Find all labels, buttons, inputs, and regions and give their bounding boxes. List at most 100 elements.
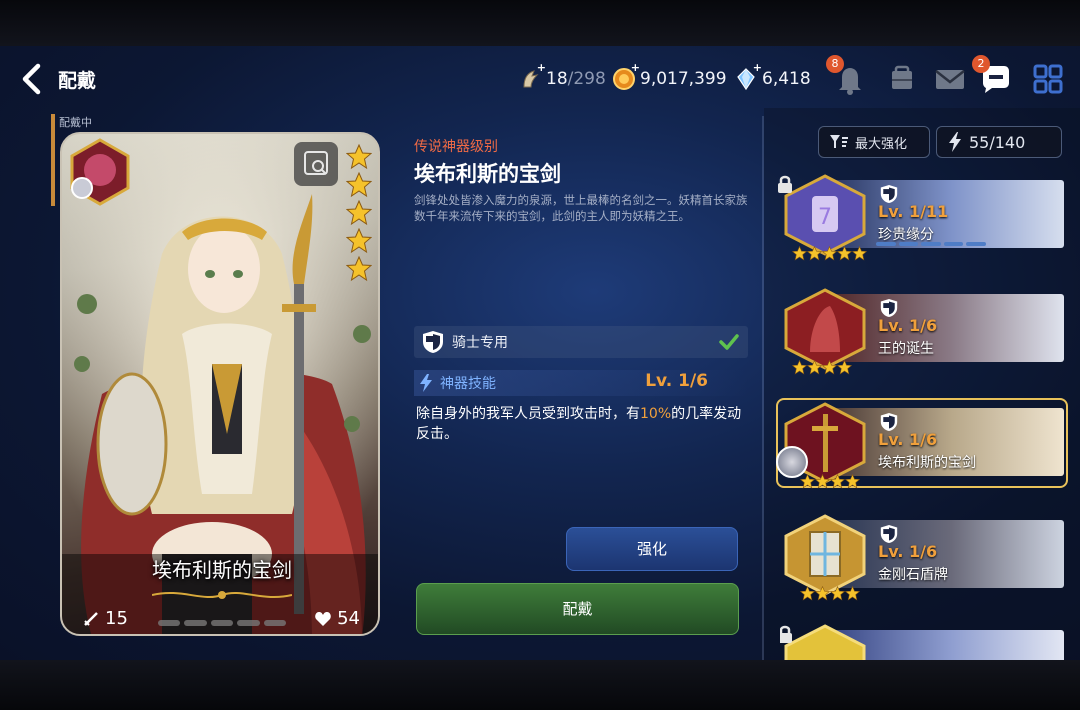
stamina-max: /298 (567, 69, 606, 89)
item-level: Lv. 1/11 (878, 202, 949, 221)
shield-icon (880, 299, 898, 317)
inventory-capacity: 55/140 (936, 126, 1062, 158)
sort-icon (830, 135, 848, 148)
star-icon (807, 360, 822, 375)
artifact-list-item[interactable]: Lv. 1/6 王的诞生 (780, 288, 1064, 375)
skill-desc-before: 除自身外的我军人员受到攻击时，有 (416, 406, 640, 422)
star-icon (792, 246, 807, 261)
shield-icon (880, 525, 898, 543)
stamina-counter[interactable]: + 18/298 (518, 61, 606, 92)
hp-value: 54 (337, 608, 360, 629)
shield-icon (880, 185, 898, 203)
artifact-card[interactable]: 埃布利斯的宝剑 15 54 (60, 132, 380, 636)
gold-coin-icon: + (612, 61, 640, 91)
card-stats: 15 54 (62, 604, 378, 634)
star-icon (845, 586, 860, 601)
skill-desc-highlight: 10% (640, 406, 672, 422)
star-icon (845, 474, 860, 489)
hp-stat: 54 (314, 608, 360, 629)
skill-level-max: /6 (689, 371, 708, 391)
item-progress-bar (876, 242, 986, 246)
stamina-icon: + (518, 61, 546, 91)
equip-button[interactable]: 配戴 (416, 583, 739, 635)
star-icon (822, 360, 837, 375)
artifact-list-item[interactable]: 7 Lv. 1/11 珍贵缘分 (778, 174, 1064, 261)
artifact-equip-screen: 配戴 + 18/298 + 9,017,399 + 6,418 8 2 配戴中 … (0, 46, 1080, 660)
back-button[interactable] (16, 62, 50, 96)
heart-icon (315, 611, 331, 626)
gem-counter[interactable]: + 6,418 (734, 61, 811, 92)
sort-button[interactable]: 最大强化 (818, 126, 930, 158)
lightning-icon (420, 374, 432, 392)
artifact-description: 剑锋处处皆渗入魔力的泉源，世上最棒的名剑之一。妖精首长家族数千年来流传下来的宝剑… (414, 193, 748, 223)
item-level: Lv. 1/6 (878, 430, 938, 449)
gold-amount: 9,017,399 (640, 69, 727, 89)
item-stars (792, 360, 852, 375)
item-name: 王的诞生 (878, 341, 934, 357)
notifications-button[interactable]: 8 (826, 55, 868, 97)
item-name: 埃布利斯的宝剑 (878, 455, 976, 471)
notifications-badge: 8 (826, 55, 844, 73)
star-icon (830, 586, 845, 601)
star-icon (346, 144, 372, 170)
artifact-thumbnail (784, 514, 866, 596)
zoom-icon (304, 151, 328, 175)
panel-divider (762, 116, 764, 660)
lock-icon (778, 175, 792, 193)
artifact-list-item-selected[interactable]: Lv. 1/6 埃布利斯的宝剑 (776, 398, 1068, 489)
item-stars (800, 474, 860, 489)
artifact-list-item[interactable]: Lv. 1/6 金刚石盾牌 (780, 514, 1064, 601)
item-level: Lv. 1/6 (878, 316, 938, 335)
page-title: 配戴 (58, 70, 97, 92)
zoom-button[interactable] (294, 142, 338, 186)
star-icon (346, 228, 372, 254)
gem-icon: + (734, 61, 762, 91)
card-artifact-name: 埃布利斯的宝剑 (152, 558, 292, 582)
shield-icon (880, 413, 898, 431)
skill-level: Lv. 1/6 (645, 371, 708, 391)
stamina-current: 18 (546, 69, 568, 89)
star-icon (837, 246, 852, 261)
sword-icon (84, 611, 98, 626)
inventory-button[interactable] (884, 61, 920, 97)
artifact-thumbnail (784, 288, 866, 370)
mail-button[interactable] (932, 61, 968, 97)
top-frame (0, 0, 1080, 46)
skill-level-current: Lv. 1 (645, 371, 690, 391)
item-name: 金刚石盾牌 (878, 567, 948, 583)
equipped-label: 配戴中 (59, 116, 92, 129)
back-arrow-icon (22, 63, 41, 95)
star-icon (346, 172, 372, 198)
bottom-frame (0, 660, 1080, 710)
skill-title: 神器技能 (440, 376, 496, 392)
attack-stat: 15 (82, 608, 128, 629)
star-icon (852, 246, 867, 261)
skill-description: 除自身外的我军人员受到攻击时，有10%的几率发动反击。 (416, 404, 746, 444)
chat-button[interactable]: 2 (972, 55, 1014, 97)
item-stars (800, 586, 860, 601)
artifact-list-item[interactable] (780, 624, 1064, 660)
star-icon (800, 474, 815, 489)
capacity-value: 55/140 (969, 132, 1026, 152)
chat-badge: 2 (972, 55, 990, 73)
inventory-icon (892, 65, 912, 89)
star-icon (830, 474, 845, 489)
star-icon (800, 586, 815, 601)
rarity-label: 传说神器级别 (414, 139, 498, 155)
svg-text:7: 7 (818, 205, 832, 230)
item-stars (792, 246, 867, 261)
gold-counter[interactable]: + 9,017,399 (612, 61, 727, 92)
item-name: 珍贵缘分 (878, 227, 934, 243)
menu-button[interactable] (1030, 61, 1066, 97)
star-icon (822, 246, 837, 261)
check-icon (719, 334, 739, 350)
attack-value: 15 (105, 608, 128, 629)
star-icon (792, 360, 807, 375)
top-bar: 配戴 + 18/298 + 9,017,399 + 6,418 8 2 (0, 46, 1080, 108)
star-icon (815, 586, 830, 601)
character-portrait-icon (70, 138, 130, 206)
restriction-label: 骑士专用 (452, 335, 508, 351)
star-icon (346, 200, 372, 226)
item-level: Lv. 1/6 (878, 542, 938, 561)
upgrade-button[interactable]: 强化 (566, 527, 738, 571)
